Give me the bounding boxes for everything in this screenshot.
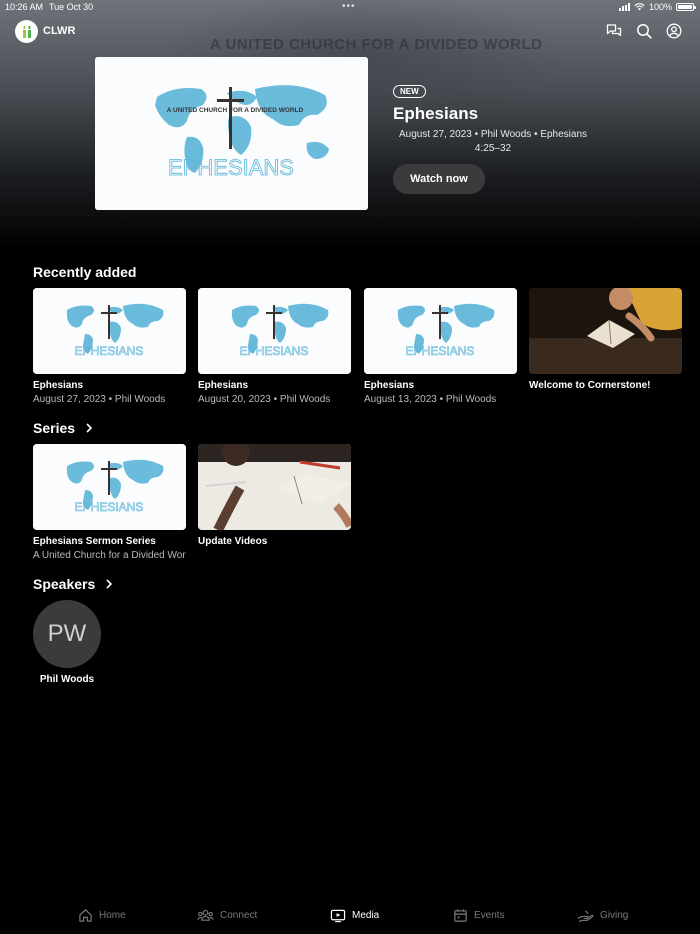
status-right: 100% — [618, 2, 696, 12]
tab-label: Events — [474, 910, 505, 921]
battery-icon — [676, 3, 696, 11]
media-subtitle: August 20, 2023 • Phil Woods — [198, 394, 331, 405]
tab-label: Media — [352, 910, 380, 921]
media-card[interactable]: Welcome to Cornerstone! — [529, 288, 682, 391]
series-title: Ephesians Sermon Series — [33, 536, 156, 547]
people-icon — [197, 909, 214, 921]
tab-label: Giving — [600, 910, 629, 921]
tab-connect[interactable]: Connect — [197, 908, 257, 923]
tab-bar: Home Connect Media Events Giving — [0, 898, 700, 934]
chevron-right-icon — [106, 579, 113, 589]
ephesians-artwork: A UNITED CHURCH FOR A DIVIDED WORLD EPHE… — [95, 57, 368, 210]
home-icon — [79, 909, 92, 922]
writing-bible-photo — [198, 444, 351, 530]
media-title: Ephesians — [33, 380, 84, 391]
wifi-icon — [634, 3, 645, 11]
series-heading[interactable]: Series — [33, 420, 93, 436]
media-thumbnail: EPHESIANS — [364, 288, 517, 374]
church-logo[interactable] — [15, 20, 38, 43]
media-title: Ephesians — [364, 380, 415, 391]
media-subtitle: August 13, 2023 • Phil Woods — [364, 394, 497, 405]
tab-label: Connect — [220, 910, 258, 921]
avatar: PW — [33, 600, 101, 668]
media-thumbnail: EPHESIANS — [33, 288, 186, 374]
series-label: Series — [33, 420, 76, 436]
status-time: 10:26 AM — [5, 2, 44, 12]
top-actions — [606, 23, 682, 39]
media-thumbnail — [529, 288, 682, 374]
ephesians-artwork: EPHESIANS — [33, 288, 186, 374]
series-thumbnail — [198, 444, 351, 530]
recently-added-label: Recently added — [33, 264, 137, 280]
profile-icon[interactable] — [666, 23, 682, 39]
tab-giving[interactable]: Giving — [577, 908, 628, 923]
featured-thumbnail[interactable]: A UNITED CHURCH FOR A DIVIDED WORLD EPHE… — [95, 57, 368, 210]
thumb-word: EPHESIANS — [406, 344, 475, 358]
featured-meta: August 27, 2023 • Phil Woods • Ephesians… — [398, 129, 588, 154]
series-subtitle: A United Church for a Divided World — [33, 550, 186, 561]
ephesians-artwork: EPHESIANS — [33, 444, 186, 530]
media-thumbnail: EPHESIANS — [198, 288, 351, 374]
status-bar: 10:26 AM Tue Oct 30 ••• 100% — [0, 0, 700, 14]
tab-media[interactable]: Media — [330, 908, 379, 923]
media-subtitle: August 27, 2023 • Phil Woods — [33, 394, 166, 405]
tab-home[interactable]: Home — [78, 908, 126, 923]
search-icon[interactable] — [636, 23, 652, 39]
thumb-word: EPHESIANS — [75, 500, 144, 514]
media-card[interactable]: EPHESIANS Ephesians August 27, 2023 • Ph… — [33, 288, 186, 405]
tab-events[interactable]: Events — [453, 908, 505, 923]
app-name: CLWR — [43, 25, 76, 37]
status-date: Tue Oct 30 — [49, 2, 94, 12]
tab-label: Home — [99, 910, 126, 921]
cellular-signal-icon — [618, 3, 630, 11]
battery-percent: 100% — [648, 2, 672, 12]
media-card[interactable]: EPHESIANS Ephesians August 13, 2023 • Ph… — [364, 288, 517, 405]
multitasking-dots-icon[interactable]: ••• — [342, 1, 356, 12]
speaker-name: Phil Woods — [39, 674, 95, 685]
chat-icon[interactable] — [606, 23, 622, 39]
app-bar: CLWR — [0, 18, 700, 46]
calendar-icon — [454, 909, 467, 922]
logo-icon — [22, 25, 31, 38]
chevron-right-icon — [86, 423, 93, 433]
giving-hand-icon — [577, 910, 594, 923]
play-screen-icon — [330, 909, 346, 923]
thumb-word: EPHESIANS — [240, 344, 309, 358]
featured-title: Ephesians — [393, 104, 479, 123]
series-thumbnail: EPHESIANS — [33, 444, 186, 530]
ephesians-artwork: EPHESIANS — [198, 288, 351, 374]
recently-added-heading: Recently added — [33, 264, 136, 280]
thumb-word: EPHESIANS — [75, 344, 144, 358]
speakers-heading[interactable]: Speakers — [33, 576, 113, 592]
media-title: Welcome to Cornerstone! — [529, 380, 651, 391]
watch-now-button[interactable]: Watch now — [393, 164, 485, 194]
thumb-caption: A UNITED CHURCH FOR A DIVIDED WORLD — [167, 107, 304, 114]
new-badge: NEW — [393, 85, 426, 98]
series-card[interactable]: Update Videos — [198, 444, 351, 547]
media-title: Ephesians — [198, 380, 249, 391]
media-card[interactable]: EPHESIANS Ephesians August 20, 2023 • Ph… — [198, 288, 351, 405]
thumb-word: EPHESIANS — [168, 155, 294, 180]
series-title: Update Videos — [198, 536, 268, 547]
ephesians-artwork: EPHESIANS — [364, 288, 517, 374]
series-card[interactable]: EPHESIANS Ephesians Sermon Series A Unit… — [33, 444, 186, 561]
speaker-item[interactable]: PW Phil Woods — [33, 600, 101, 685]
speakers-label: Speakers — [33, 576, 96, 592]
bible-reading-photo — [529, 288, 682, 374]
